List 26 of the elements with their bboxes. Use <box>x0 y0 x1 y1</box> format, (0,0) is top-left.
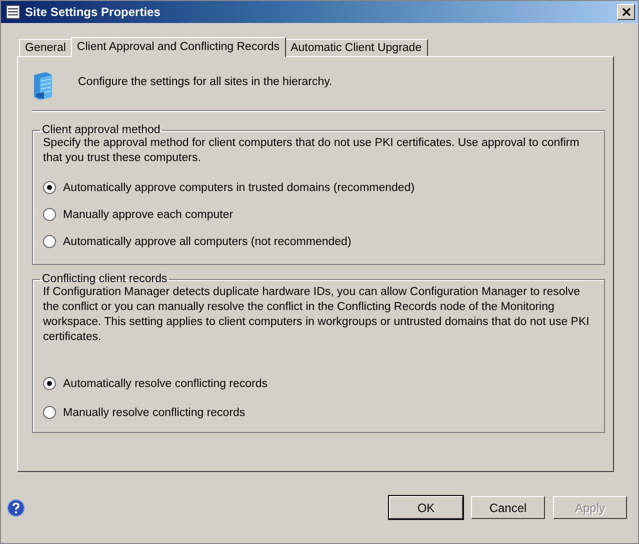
window-icon <box>6 5 20 19</box>
radio-label[interactable]: Automatically approve all computers (not recommended) <box>63 236 352 248</box>
radio-label[interactable]: Manually resolve conflicting records <box>63 406 246 418</box>
group-title: Client approval method <box>41 124 162 136</box>
tab[interactable]: Automatic Client Upgrade <box>284 39 428 56</box>
radio-button[interactable] <box>43 181 56 194</box>
dialog-button[interactable]: Cancel <box>471 496 545 519</box>
close-button[interactable] <box>617 4 635 20</box>
tab[interactable]: Client Approval and Conflicting Records <box>70 37 286 57</box>
window-title: Site Settings Properties <box>25 5 162 19</box>
close-icon <box>622 8 630 16</box>
tab[interactable]: General <box>19 39 72 56</box>
help-icon[interactable] <box>7 498 25 516</box>
radio-button[interactable] <box>43 208 56 221</box>
server-icon <box>32 71 54 101</box>
radio-label[interactable]: Manually approve each computer <box>63 208 234 220</box>
description-text: Configure the settings for all sites in the hierarchy. <box>78 76 332 88</box>
radio-button[interactable] <box>43 406 56 419</box>
radio-label[interactable]: Automatically resolve conflicting records <box>63 378 268 390</box>
radio-button[interactable] <box>43 377 56 390</box>
group-title: Conflicting client records <box>41 273 168 285</box>
group-description: If Configuration Manager detects duplicate hardware IDs, you can allow Configuration Manager to resolve the conflict or you can manually resolve the conflict in the Conflicting Records node of the Monitoring workspace. This setting applies to client computers in workgroups or untrusted domains that do not use PKI certificates. <box>43 285 590 345</box>
group-description: Specify the approval method for client computers that do not use PKI certificates. Use approval to confirm that you trust these computers. <box>43 136 580 166</box>
radio-label[interactable]: Automatically approve computers in trusted domains (recommended) <box>63 182 415 194</box>
radio-button[interactable] <box>43 235 56 248</box>
dialog-button[interactable]: OK <box>389 496 463 519</box>
